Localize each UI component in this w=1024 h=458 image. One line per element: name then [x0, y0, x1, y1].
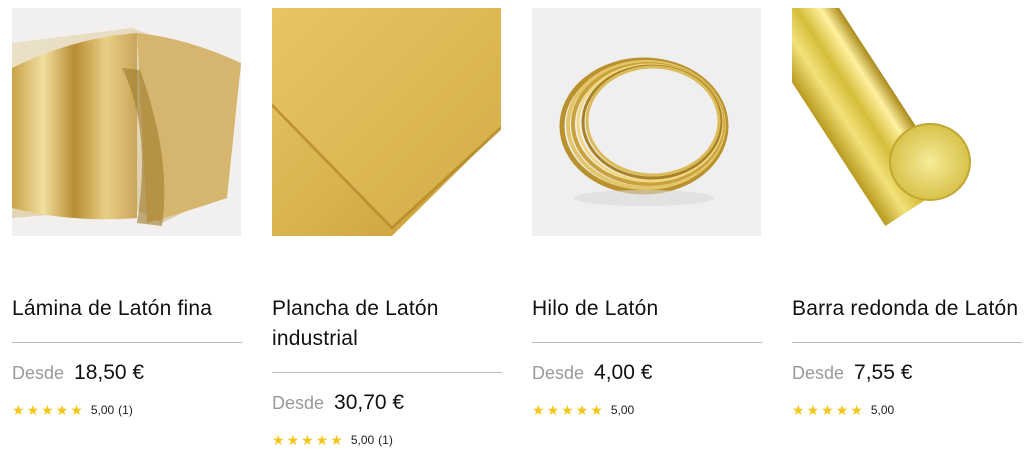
- star-icon: ★: [41, 402, 54, 418]
- divider: [272, 372, 502, 373]
- product-title[interactable]: Barra redonda de Latón: [792, 294, 1022, 324]
- product-image-brass-wire-coil[interactable]: [532, 8, 761, 236]
- star-icon: ★: [546, 402, 560, 418]
- star-icon: ★: [575, 402, 589, 418]
- star-icon: ★: [850, 402, 863, 418]
- product-title[interactable]: Lámina de Latón fina: [12, 294, 242, 324]
- star-icon: ★: [821, 402, 834, 418]
- rating-score: 5,00: [870, 403, 895, 417]
- price-amount: 30,70 €: [334, 391, 405, 414]
- price-amount: 4,00 €: [594, 361, 653, 384]
- star-icon: ★: [330, 432, 343, 448]
- product-grid: Lámina de Latón fina Desde 18,50 € ★ ★ ★…: [0, 0, 1024, 458]
- product-card: Plancha de Latón industrial Desde 30,70 …: [272, 8, 502, 449]
- review-count[interactable]: (1): [378, 433, 393, 447]
- star-icon: ★: [806, 402, 820, 418]
- price-row: Desde 18,50 €: [12, 361, 242, 389]
- star-icon: ★: [70, 402, 83, 418]
- star-icon: ★: [835, 402, 849, 418]
- rating: ★ ★ ★ ★ ★ 5,00: [532, 401, 762, 419]
- price-prefix: Desde: [792, 363, 845, 383]
- rating-score: 5,00: [90, 403, 115, 417]
- product-image-brass-plate[interactable]: [272, 8, 501, 236]
- divider: [532, 342, 762, 343]
- price-row: Desde 30,70 €: [272, 391, 502, 419]
- star-icon: ★: [301, 432, 314, 448]
- rating: ★ ★ ★ ★ ★ 5,00 (1): [12, 401, 242, 419]
- product-image-brass-foil-sheet[interactable]: [12, 8, 241, 236]
- review-count[interactable]: (1): [118, 403, 133, 417]
- price-prefix: Desde: [532, 363, 585, 383]
- rating: ★ ★ ★ ★ ★ 5,00: [792, 401, 1022, 419]
- price-amount: 18,50 €: [74, 361, 145, 384]
- price-amount: 7,55 €: [854, 361, 913, 384]
- divider: [792, 342, 1022, 343]
- star-icon: ★: [12, 402, 25, 418]
- rating: ★ ★ ★ ★ ★ 5,00 (1): [272, 431, 502, 449]
- star-icon: ★: [26, 402, 40, 418]
- price-prefix: Desde: [272, 393, 325, 413]
- star-rating: ★ ★ ★ ★ ★: [12, 403, 85, 417]
- star-icon: ★: [532, 402, 545, 418]
- product-card: Barra redonda de Latón Desde 7,55 € ★ ★ …: [792, 8, 1022, 419]
- price-row: Desde 7,55 €: [792, 361, 1022, 389]
- star-icon: ★: [272, 432, 285, 448]
- star-rating: ★ ★ ★ ★ ★: [792, 403, 865, 417]
- price-prefix: Desde: [12, 363, 65, 383]
- product-image-brass-round-bar[interactable]: [792, 8, 1021, 236]
- star-icon: ★: [315, 432, 329, 448]
- product-title[interactable]: Plancha de Latón industrial: [272, 294, 502, 354]
- star-icon: ★: [590, 402, 603, 418]
- rating-score: 5,00: [350, 433, 375, 447]
- rating-score: 5,00: [610, 403, 635, 417]
- star-icon: ★: [286, 432, 300, 448]
- divider: [12, 342, 242, 343]
- star-rating: ★ ★ ★ ★ ★: [272, 433, 345, 447]
- star-icon: ★: [561, 402, 574, 418]
- product-card: Hilo de Latón Desde 4,00 € ★ ★ ★ ★ ★ 5,0…: [532, 8, 762, 419]
- star-icon: ★: [792, 402, 805, 418]
- star-icon: ★: [55, 402, 69, 418]
- product-title[interactable]: Hilo de Latón: [532, 294, 762, 324]
- product-card: Lámina de Latón fina Desde 18,50 € ★ ★ ★…: [12, 8, 242, 419]
- price-row: Desde 4,00 €: [532, 361, 762, 389]
- star-rating: ★ ★ ★ ★ ★: [532, 403, 605, 417]
